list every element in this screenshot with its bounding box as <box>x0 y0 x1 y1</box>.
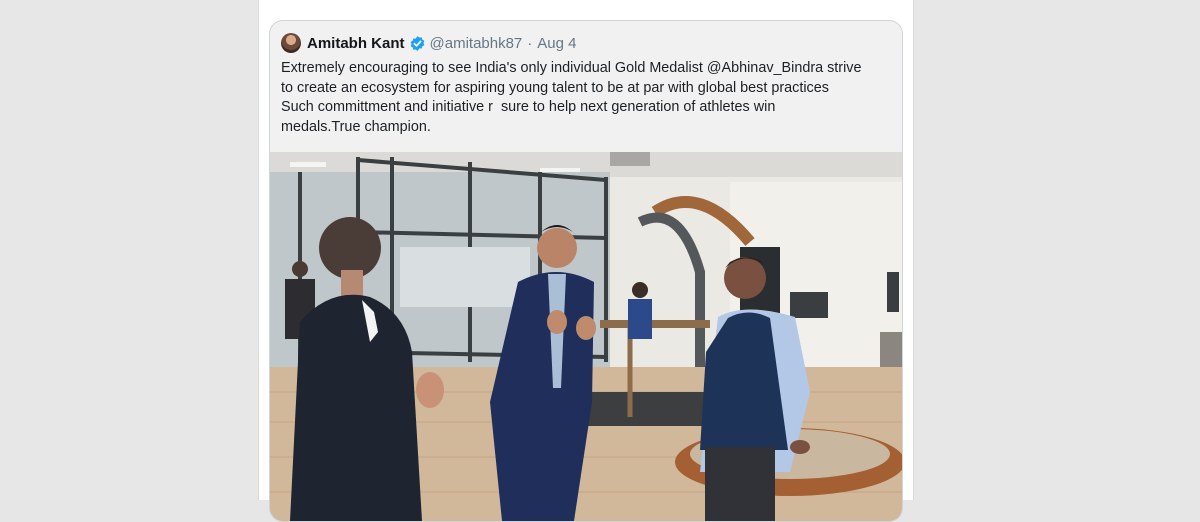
verified-badge-icon <box>409 35 426 52</box>
tweet-header: Amitabh Kant @amitabhk87 · Aug 4 <box>281 33 576 53</box>
author-handle[interactable]: @amitabhk87 <box>430 35 523 52</box>
header-separator: · <box>527 34 533 52</box>
quoted-tweet-card[interactable]: Amitabh Kant @amitabhk87 · Aug 4 Extreme… <box>269 20 903 522</box>
tweet-photo[interactable] <box>270 152 902 521</box>
tweet-text: Extremely encouraging to see India's onl… <box>281 60 862 135</box>
author-avatar[interactable] <box>281 33 301 53</box>
author-name[interactable]: Amitabh Kant <box>307 35 405 52</box>
tweet-date[interactable]: Aug 4 <box>537 35 576 52</box>
